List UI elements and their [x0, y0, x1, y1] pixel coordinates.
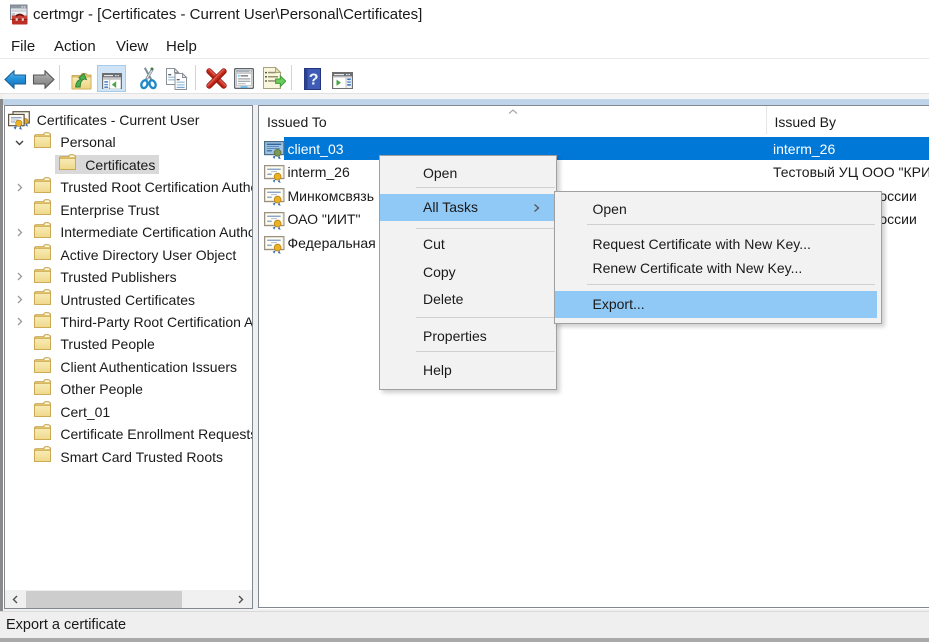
- svg-text:?: ?: [308, 71, 318, 88]
